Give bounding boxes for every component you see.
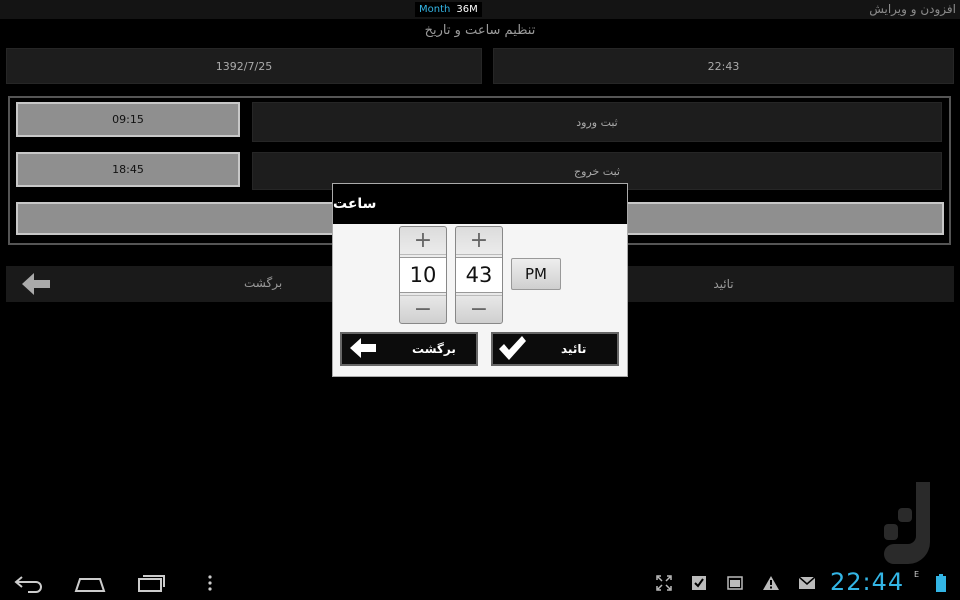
hour-decrement-button[interactable]: − <box>400 295 446 323</box>
gmail-icon[interactable] <box>797 574 817 592</box>
arrow-left-icon <box>348 336 378 363</box>
time-field[interactable]: 22:43 <box>493 48 954 84</box>
hour-increment-button[interactable]: + <box>400 227 446 255</box>
hour-spinner: + 10 − <box>399 226 447 324</box>
dialog-title: ساعت <box>333 184 627 224</box>
minute-spinner: + 43 − <box>455 226 503 324</box>
month-label: Month <box>419 4 451 15</box>
checkmark-icon <box>497 334 527 365</box>
recent-apps-icon[interactable] <box>136 572 166 594</box>
page-heading: تنظیم ساعت و تاریخ <box>424 23 536 38</box>
clock[interactable]: 22:44 <box>830 568 904 596</box>
app-title: افزودن و ویرایش <box>869 2 956 16</box>
warning-icon[interactable] <box>761 574 781 592</box>
exit-time-field[interactable]: 18:45 <box>16 152 240 187</box>
dialog-back-label: برگشت <box>412 342 456 356</box>
size-label: 36M <box>456 4 478 15</box>
home-icon[interactable] <box>74 572 106 594</box>
ampm-toggle-button[interactable]: PM <box>511 258 561 290</box>
system-nav-bar: 22:44 E <box>0 564 960 600</box>
picture-icon[interactable] <box>725 574 745 592</box>
minute-decrement-button[interactable]: − <box>456 295 502 323</box>
minute-value[interactable]: 43 <box>456 257 502 293</box>
dialog-confirm-label: تائید <box>561 342 587 356</box>
back-icon[interactable] <box>14 572 44 594</box>
memory-widget: Month 36M <box>415 2 482 17</box>
entry-time-field[interactable]: 09:15 <box>16 102 240 137</box>
store-logo-watermark <box>880 478 944 574</box>
minute-increment-button[interactable]: + <box>456 227 502 255</box>
dialog-confirm-button[interactable]: تائید <box>491 332 619 366</box>
confirm-label: تائید <box>713 277 734 291</box>
entry-register-button[interactable]: ثبت ورود <box>252 102 942 142</box>
hour-value[interactable]: 10 <box>400 257 446 293</box>
menu-icon[interactable] <box>204 572 216 594</box>
dialog-back-button[interactable]: برگشت <box>340 332 478 366</box>
network-type-label: E <box>914 570 920 579</box>
arrow-left-icon <box>20 270 52 301</box>
task-icon[interactable] <box>689 574 709 592</box>
fullscreen-icon[interactable] <box>654 574 674 592</box>
top-status-bar: Month 36M افزودن و ویرایش <box>0 0 960 19</box>
date-field[interactable]: 1392/7/25 <box>6 48 482 84</box>
back-label: برگشت <box>244 276 283 290</box>
battery-icon[interactable] <box>934 574 948 592</box>
time-picker-dialog: ساعت + 10 − + 43 − PM برگشت تائید <box>332 183 628 377</box>
